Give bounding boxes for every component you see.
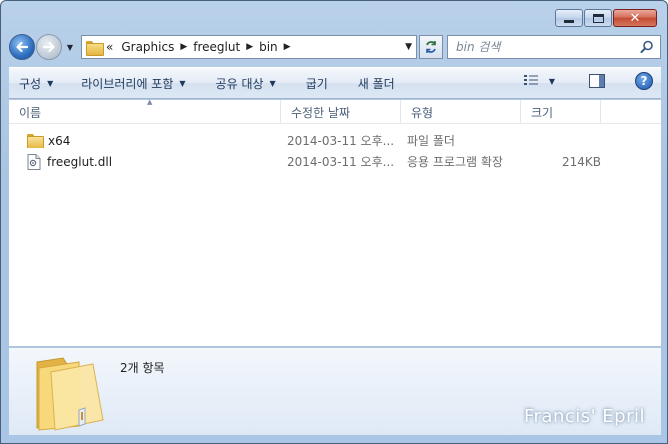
chevron-down-icon[interactable]: ▼ bbox=[549, 77, 555, 86]
table-row[interactable]: freeglut.dll 2014-03-11 오후... 응용 프로그램 확장… bbox=[9, 151, 661, 172]
forward-arrow-icon bbox=[42, 41, 55, 53]
include-in-library-button[interactable]: 라이브러리에 포함 ▼ bbox=[71, 71, 195, 95]
minimize-button[interactable] bbox=[555, 9, 583, 27]
refresh-button[interactable] bbox=[419, 35, 443, 59]
refresh-icon bbox=[426, 41, 436, 53]
breadcrumb-freeglut[interactable]: freeglut bbox=[193, 40, 240, 54]
new-folder-label: 새 폴더 bbox=[357, 76, 395, 91]
burn-label: 굽기 bbox=[305, 76, 328, 91]
maximize-button[interactable] bbox=[584, 9, 612, 27]
explorer-window: ✕ ▼ « Graphics ▶ freeglut ▶ bin ▶ ▼ bin … bbox=[0, 0, 668, 444]
watermark-text: Francis' Epril bbox=[523, 406, 645, 427]
close-button[interactable]: ✕ bbox=[613, 9, 657, 27]
column-header-type[interactable]: 유형 bbox=[401, 100, 521, 124]
column-type-label: 유형 bbox=[411, 105, 434, 120]
file-type: 응용 프로그램 확장 bbox=[407, 155, 503, 169]
item-count: 2개 항목 bbox=[120, 361, 165, 375]
breadcrumb-overflow[interactable]: « bbox=[106, 40, 113, 54]
column-size-label: 크기 bbox=[531, 105, 554, 120]
column-date-label: 수정한 날짜 bbox=[291, 105, 351, 120]
folder-icon bbox=[27, 134, 44, 148]
search-icon[interactable] bbox=[640, 40, 654, 54]
search-box[interactable] bbox=[447, 35, 661, 59]
file-date: 2014-03-11 오후... bbox=[287, 134, 395, 148]
breadcrumb-bin[interactable]: bin bbox=[259, 40, 278, 54]
navigation-bar: ▼ « Graphics ▶ freeglut ▶ bin ▶ ▼ bbox=[9, 33, 661, 61]
toolbar-right: ▼ ? bbox=[523, 72, 653, 90]
file-date: 2014-03-11 오후... bbox=[287, 155, 395, 169]
back-arrow-icon bbox=[16, 41, 29, 53]
file-list-pane: ▲ 이름 수정한 날짜 유형 크기 x64 2014-03-11 오후... 파… bbox=[9, 98, 661, 346]
organize-label: 구성 bbox=[19, 76, 42, 91]
forward-button[interactable] bbox=[36, 34, 62, 60]
dll-file-icon bbox=[27, 153, 41, 170]
file-size: 214KB bbox=[561, 154, 601, 169]
back-button[interactable] bbox=[9, 34, 35, 60]
new-folder-button[interactable]: 새 폴더 bbox=[348, 71, 405, 95]
include-in-library-label: 라이브러리에 포함 bbox=[81, 76, 174, 91]
details-pane: 2개 항목 Francis' Epril bbox=[9, 347, 661, 435]
organize-button[interactable]: 구성 ▼ bbox=[9, 71, 63, 95]
chevron-right-icon[interactable]: ▶ bbox=[180, 42, 187, 52]
chevron-down-icon: ▼ bbox=[269, 78, 276, 88]
column-header-name[interactable]: ▲ 이름 bbox=[9, 98, 281, 124]
change-view-button[interactable]: ▼ bbox=[523, 74, 555, 88]
table-row[interactable]: x64 2014-03-11 오후... 파일 폴더 bbox=[9, 130, 661, 151]
column-headers: ▲ 이름 수정한 날짜 유형 크기 bbox=[9, 98, 661, 124]
help-button[interactable]: ? bbox=[635, 72, 653, 90]
minimize-icon bbox=[564, 19, 574, 23]
search-input[interactable] bbox=[456, 40, 636, 54]
chevron-down-icon: ▼ bbox=[66, 42, 74, 52]
window-controls: ✕ bbox=[555, 9, 657, 27]
chevron-right-icon[interactable]: ▶ bbox=[246, 42, 253, 52]
address-dropdown-icon[interactable]: ▼ bbox=[405, 42, 412, 52]
command-bar: 구성 ▼ 라이브러리에 포함 ▼ 공유 대상 ▼ 굽기 새 폴더 ▼ ? bbox=[9, 67, 661, 99]
column-name-label: 이름 bbox=[19, 105, 42, 120]
file-name: x64 bbox=[48, 133, 71, 148]
sort-ascending-icon: ▲ bbox=[147, 98, 153, 106]
column-header-size[interactable]: 크기 bbox=[521, 100, 601, 124]
chevron-right-icon[interactable]: ▶ bbox=[284, 42, 291, 52]
large-folder-icon bbox=[36, 357, 104, 431]
file-rows: x64 2014-03-11 오후... 파일 폴더 freeglut.dll … bbox=[9, 130, 661, 172]
column-header-date[interactable]: 수정한 날짜 bbox=[281, 100, 401, 124]
share-with-button[interactable]: 공유 대상 ▼ bbox=[206, 71, 286, 95]
folder-icon bbox=[86, 40, 104, 56]
breadcrumb-graphics[interactable]: Graphics bbox=[121, 40, 174, 54]
file-name-cell: x64 bbox=[9, 134, 281, 148]
chevron-down-icon: ▼ bbox=[179, 78, 186, 88]
file-type: 파일 폴더 bbox=[407, 134, 455, 148]
file-name-cell: freeglut.dll bbox=[9, 153, 281, 170]
share-with-label: 공유 대상 bbox=[215, 76, 264, 91]
close-icon: ✕ bbox=[629, 10, 641, 26]
recent-locations-dropdown[interactable]: ▼ bbox=[64, 43, 76, 52]
address-bar[interactable]: « Graphics ▶ freeglut ▶ bin ▶ ▼ bbox=[81, 35, 417, 59]
burn-button[interactable]: 굽기 bbox=[296, 71, 338, 95]
file-name: freeglut.dll bbox=[47, 154, 113, 169]
maximize-icon bbox=[592, 13, 604, 23]
details-view-icon bbox=[523, 75, 538, 85]
preview-pane-button[interactable] bbox=[589, 74, 605, 88]
chevron-down-icon: ▼ bbox=[47, 78, 54, 88]
